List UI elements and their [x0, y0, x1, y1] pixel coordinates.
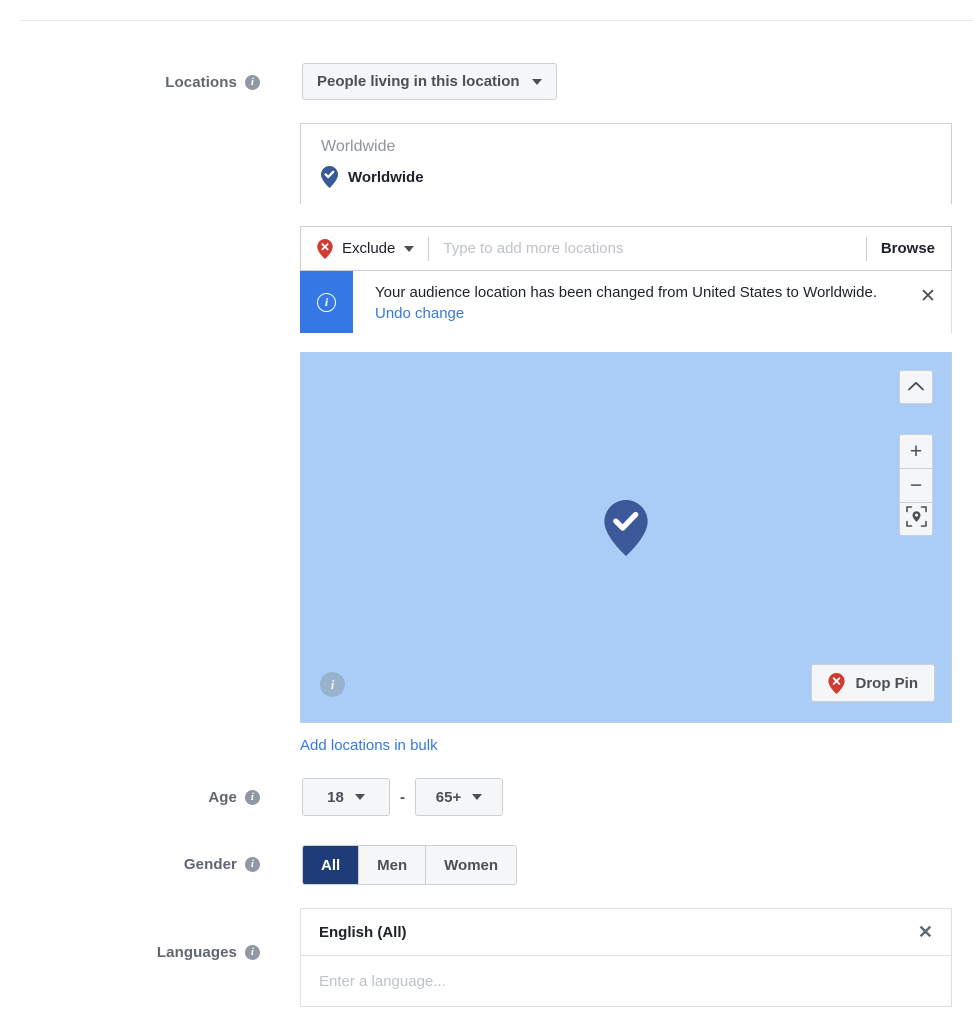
map-controls: + −: [899, 370, 933, 536]
gender-label-text: Gender: [183, 855, 237, 873]
languages-panel: English (All) ✕: [300, 908, 952, 1007]
info-icon[interactable]: i: [245, 789, 260, 805]
info-icon[interactable]: i: [245, 74, 260, 90]
selected-location-chip[interactable]: Worldwide: [301, 162, 951, 204]
notice-body: Your audience location has been changed …: [353, 271, 905, 333]
gender-option-men[interactable]: Men: [359, 846, 427, 884]
location-search-row: Exclude Browse: [300, 226, 952, 271]
close-icon[interactable]: ✕: [905, 271, 951, 333]
age-label: Age i: [0, 785, 260, 809]
exclude-label: Exclude: [342, 240, 396, 257]
info-circle-icon: i: [317, 292, 336, 312]
languages-label: Languages i: [0, 940, 260, 964]
add-locations-bulk-link[interactable]: Add locations in bulk: [300, 737, 438, 754]
map-zoom-in-button[interactable]: +: [899, 434, 933, 468]
map-pin-check-icon: [321, 166, 338, 188]
map-pin-exclude-icon: [827, 672, 845, 694]
age-max-value: 65+: [435, 788, 462, 806]
location-type-select[interactable]: People living in this location: [302, 63, 557, 100]
language-chip: English (All) ✕: [301, 909, 951, 956]
locate-pin-icon: [905, 506, 927, 532]
locations-panel-header: Worldwide: [321, 138, 396, 155]
info-icon[interactable]: i: [245, 944, 260, 960]
languages-label-text: Languages: [156, 943, 237, 961]
gender-option-all[interactable]: All: [303, 846, 360, 884]
location-map[interactable]: + − i Drop Pin: [300, 352, 952, 723]
gender-label: Gender i: [0, 852, 260, 876]
map-pin-check-icon: [604, 500, 648, 561]
minus-icon: −: [909, 474, 923, 497]
chevron-down-icon: [404, 245, 415, 252]
map-zoom-out-button[interactable]: −: [899, 468, 933, 502]
map-collapse-button[interactable]: [899, 370, 933, 404]
audience-targeting-panel: Locations i People living in this locati…: [0, 0, 973, 1024]
location-type-value: People living in this location: [317, 73, 520, 90]
language-chip-label: English (All): [319, 923, 407, 941]
map-zoom-group: + −: [899, 434, 933, 536]
browse-button[interactable]: Browse: [867, 240, 935, 257]
plus-icon: +: [909, 440, 923, 463]
chevron-down-icon: [472, 794, 483, 800]
age-min-select[interactable]: 18: [302, 778, 390, 816]
map-locate-button[interactable]: [899, 502, 933, 536]
selected-location-label: Worldwide: [348, 168, 424, 186]
chevron-down-icon: [354, 794, 365, 800]
age-label-text: Age: [208, 788, 237, 806]
location-search-input[interactable]: [429, 240, 866, 257]
gender-option-women[interactable]: Women: [426, 846, 517, 884]
age-max-select[interactable]: 65+: [415, 778, 503, 816]
drop-pin-label: Drop Pin: [855, 674, 919, 692]
map-pin-exclude-icon: [317, 238, 333, 259]
chevron-down-icon: [531, 78, 542, 85]
locations-label-text: Locations: [165, 73, 237, 91]
chevron-up-icon: [908, 378, 924, 396]
top-divider: [20, 20, 973, 21]
gender-segmented-control: All Men Women: [302, 845, 518, 885]
locations-panel: Worldwide Worldwide: [300, 123, 952, 204]
drop-pin-button[interactable]: Drop Pin: [810, 664, 935, 702]
age-separator: -: [400, 788, 405, 806]
exclude-dropdown[interactable]: Exclude: [317, 238, 428, 259]
location-change-notice: i Your audience location has been change…: [300, 271, 952, 333]
age-range-row: 18 - 65+: [302, 778, 503, 816]
undo-change-link[interactable]: Undo change: [375, 305, 464, 322]
locations-label: Locations i: [0, 70, 260, 94]
language-input[interactable]: [301, 956, 951, 1006]
notice-text: Your audience location has been changed …: [375, 284, 877, 301]
close-icon[interactable]: ✕: [918, 922, 933, 943]
info-icon[interactable]: i: [245, 856, 260, 872]
notice-icon-strip: i: [300, 271, 353, 333]
age-min-value: 18: [327, 788, 344, 806]
map-info-icon[interactable]: i: [320, 672, 345, 697]
